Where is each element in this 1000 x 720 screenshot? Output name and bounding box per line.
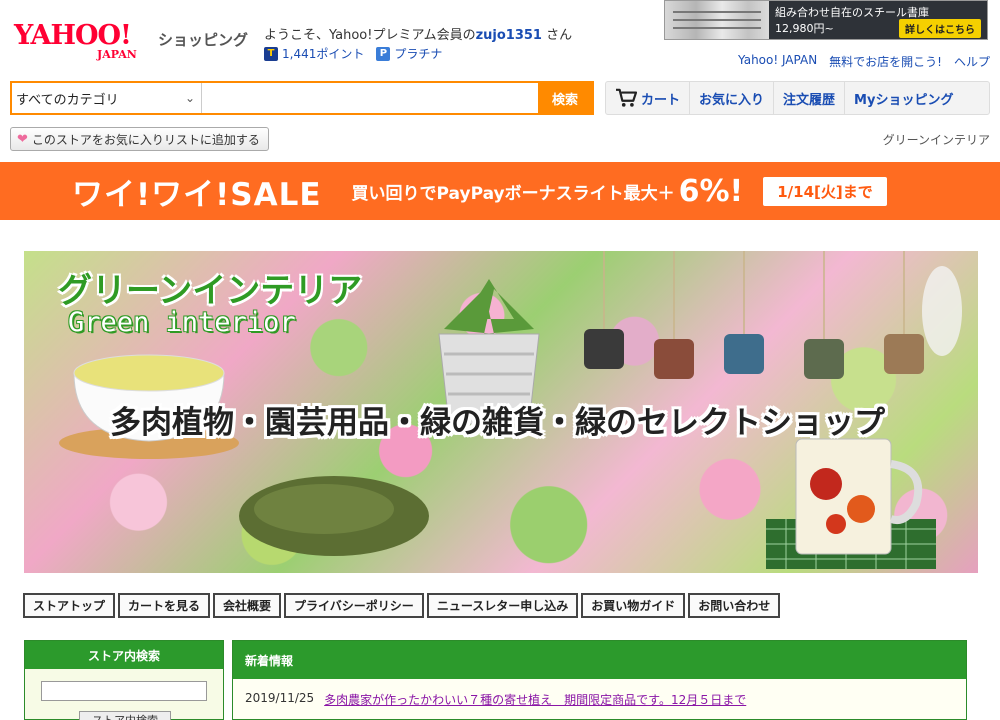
category-select[interactable]: すべてのカテゴリ ⌄ <box>12 83 202 113</box>
steel-shelf-image <box>665 1 769 39</box>
search-input[interactable] <box>202 83 538 113</box>
rank-link[interactable]: プラチナ <box>394 45 442 62</box>
cart-label: カート <box>641 92 681 108</box>
sale-percent: 6%! <box>678 173 744 209</box>
heart-icon: ❤ <box>17 131 28 147</box>
news-title: 新着情報 <box>233 641 966 679</box>
points-row: T 1,441ポイント P プラチナ <box>264 45 442 62</box>
tab-shopping-guide[interactable]: お買い物ガイド <box>581 593 686 618</box>
t-point-icon: T <box>264 46 278 61</box>
logo-main-text: YAHOO! <box>14 20 132 51</box>
shopping-label: ショッピング <box>158 31 249 49</box>
tea-leaves-image <box>239 476 429 556</box>
welcome-suffix: さん <box>546 28 573 43</box>
my-shopping-button[interactable]: Myショッピング <box>845 82 962 114</box>
cart-button[interactable]: カート <box>606 82 691 114</box>
username-link[interactable]: zujo1351 <box>476 28 542 43</box>
store-hero-banner: グリーンインテリア Green interior 多肉植物・園芸用品・緑の雑貨・… <box>24 251 978 573</box>
news-box: 新着情報 2019/11/25 多肉農家が作ったかわいい７種の寄せ植え 期間限定… <box>232 640 967 720</box>
store-nav: ストアトップ カートを見る 会社概要 プライバシーポリシー ニュースレター申し込… <box>23 593 781 618</box>
cart-icon <box>616 88 637 107</box>
sale-title: ワイ!ワイ!SALE <box>72 176 322 213</box>
premium-icon: P <box>376 46 391 61</box>
tab-company[interactable]: 会社概要 <box>213 593 282 618</box>
news-date: 2019/11/25 <box>245 691 315 705</box>
hero-tagline: 多肉植物・園芸用品・緑の雑貨・緑のセレクトショップ <box>110 405 885 441</box>
tab-contact[interactable]: お問い合わせ <box>688 593 781 618</box>
sale-text: 買い回りでPayPayボーナスライト最大＋ <box>351 183 675 204</box>
add-store-favorite-button[interactable]: ❤ このストアをお気に入りリストに追加する <box>10 127 269 151</box>
news-link[interactable]: 多肉農家が作ったかわいい７種の寄せ植え 期間限定商品です。12月５日まで <box>324 691 746 708</box>
list-item: 2019/11/25 多肉農家が作ったかわいい７種の寄せ植え 期間限定商品です。… <box>233 679 966 708</box>
store-search-input[interactable] <box>41 681 207 701</box>
yahoo-japan-link[interactable]: Yahoo! JAPAN <box>738 53 817 70</box>
yahoo-shopping-logo[interactable]: YAHOO! JAPAN <box>14 22 154 66</box>
store-search-title: ストア内検索 <box>25 641 223 669</box>
search-bar: すべてのカテゴリ ⌄ 検索 <box>10 81 594 115</box>
store-search-box: ストア内検索 ストア内検索 <box>24 640 224 720</box>
mug-image <box>766 438 936 569</box>
add-store-favorite-label: このストアをお気に入りリストに追加する <box>31 132 260 147</box>
logo-sub-text: JAPAN <box>97 48 137 61</box>
favorites-button[interactable]: お気に入り <box>690 82 775 114</box>
tab-privacy[interactable]: プライバシーポリシー <box>284 593 424 618</box>
hero-subtitle: Green interior <box>68 307 296 338</box>
sale-banner[interactable]: ワイ!ワイ!SALE 買い回りでPayPayボーナスライト最大＋ 6%! 1/1… <box>0 162 1000 220</box>
top-links: Yahoo! JAPAN 無料でお店を開こう! ヘルプ <box>738 53 990 70</box>
open-store-link[interactable]: 無料でお店を開こう! <box>829 53 942 70</box>
user-nav-bar: カート お気に入り 注文履歴 Myショッピング <box>605 81 990 115</box>
tab-newsletter[interactable]: ニュースレター申し込み <box>426 593 579 618</box>
tab-store-top[interactable]: ストアトップ <box>23 593 116 618</box>
chevron-down-icon: ⌄ <box>184 91 195 105</box>
points-link[interactable]: 1,441ポイント <box>282 45 364 62</box>
hero-title: グリーンインテリア <box>58 271 363 311</box>
order-history-button[interactable]: 注文履歴 <box>774 82 846 114</box>
top-ad-banner[interactable]: 組み合わせ自在のスチール書庫 12,980円~ 詳しくはこちら <box>664 0 988 40</box>
welcome-message: ようこそ、Yahoo!プレミアム会員のzujo1351 さん <box>264 24 572 43</box>
store-name: グリーンインテリア <box>882 133 990 147</box>
help-link[interactable]: ヘルプ <box>954 53 990 70</box>
store-search-button[interactable]: ストア内検索 <box>79 711 171 720</box>
category-value: すべてのカテゴリ <box>16 92 119 108</box>
top-ad-details-button[interactable]: 詳しくはこちら <box>899 19 981 38</box>
hanging-pots-image <box>584 251 962 379</box>
sale-date: 1/14[火]まで <box>763 176 887 206</box>
tab-view-cart[interactable]: カートを見る <box>118 593 211 618</box>
search-button[interactable]: 検索 <box>538 83 592 113</box>
welcome-prefix: ようこそ、Yahoo!プレミアム会員の <box>264 28 476 43</box>
